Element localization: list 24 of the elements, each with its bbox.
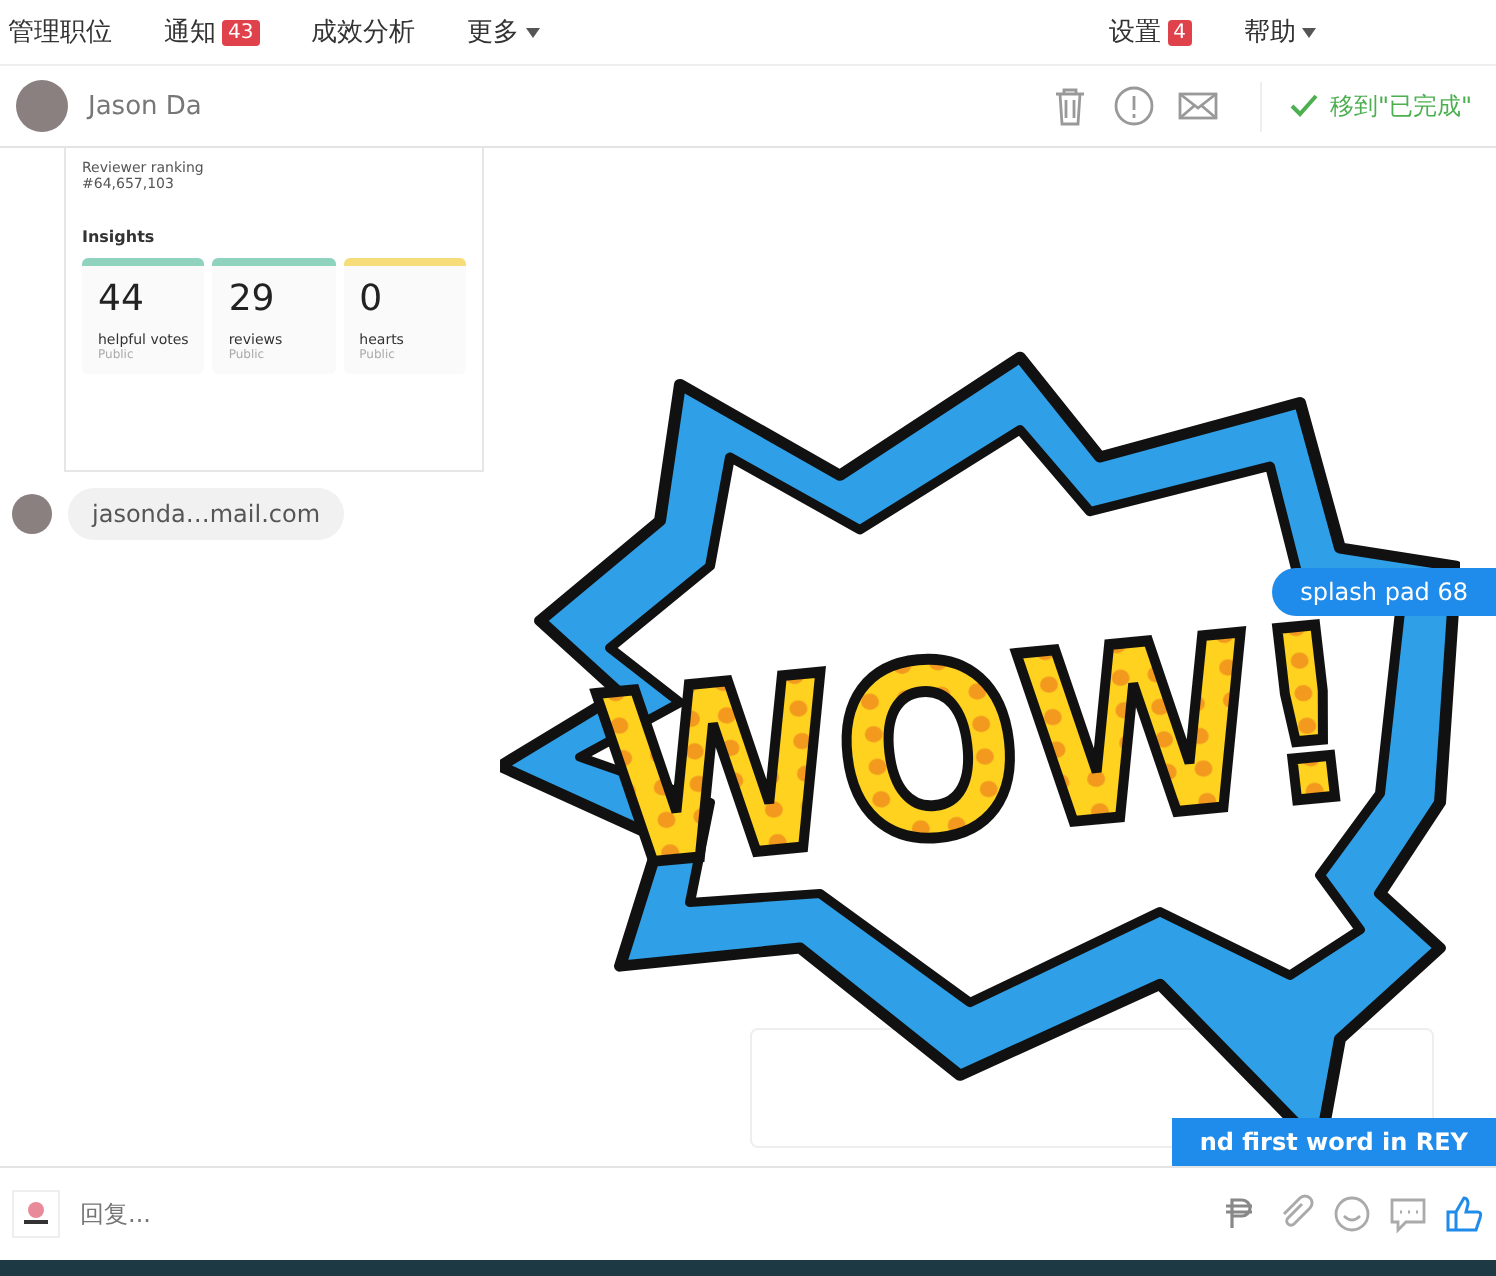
nav-item[interactable]: 成效分析 [311, 14, 416, 50]
stat-value: 0 [359, 278, 385, 320]
insights-title: Insights [82, 228, 157, 246]
stat-value: 44 [98, 278, 146, 320]
nav-item[interactable]: 帮助 [1244, 14, 1316, 50]
chat-icon[interactable] [1388, 1194, 1428, 1234]
message-bubble: nd first word in REY [1171, 1118, 1496, 1166]
logo-icon [12, 1190, 60, 1238]
nav-item[interactable]: 通知 43 [164, 14, 260, 50]
smiley-icon[interactable] [1332, 1194, 1372, 1234]
nav-item[interactable]: 设置 4 [1109, 14, 1192, 50]
avatar [12, 494, 52, 534]
stat-value: 29 [228, 278, 277, 320]
message-bubble: splash pad 68 [1272, 568, 1496, 616]
message-bubble: jasonda…mail.com [68, 488, 345, 540]
thumbs-up-icon[interactable] [1444, 1194, 1484, 1234]
check-icon [1289, 94, 1318, 118]
count-badge: 4 [1167, 19, 1192, 45]
alert-icon[interactable] [1111, 84, 1156, 128]
count-badge: 43 [222, 19, 260, 45]
nav-item[interactable]: 管理职位 [8, 14, 112, 50]
nav-item[interactable]: 更多 [467, 14, 540, 50]
contact-name: Jason Da [88, 91, 204, 121]
avatar [16, 80, 68, 132]
